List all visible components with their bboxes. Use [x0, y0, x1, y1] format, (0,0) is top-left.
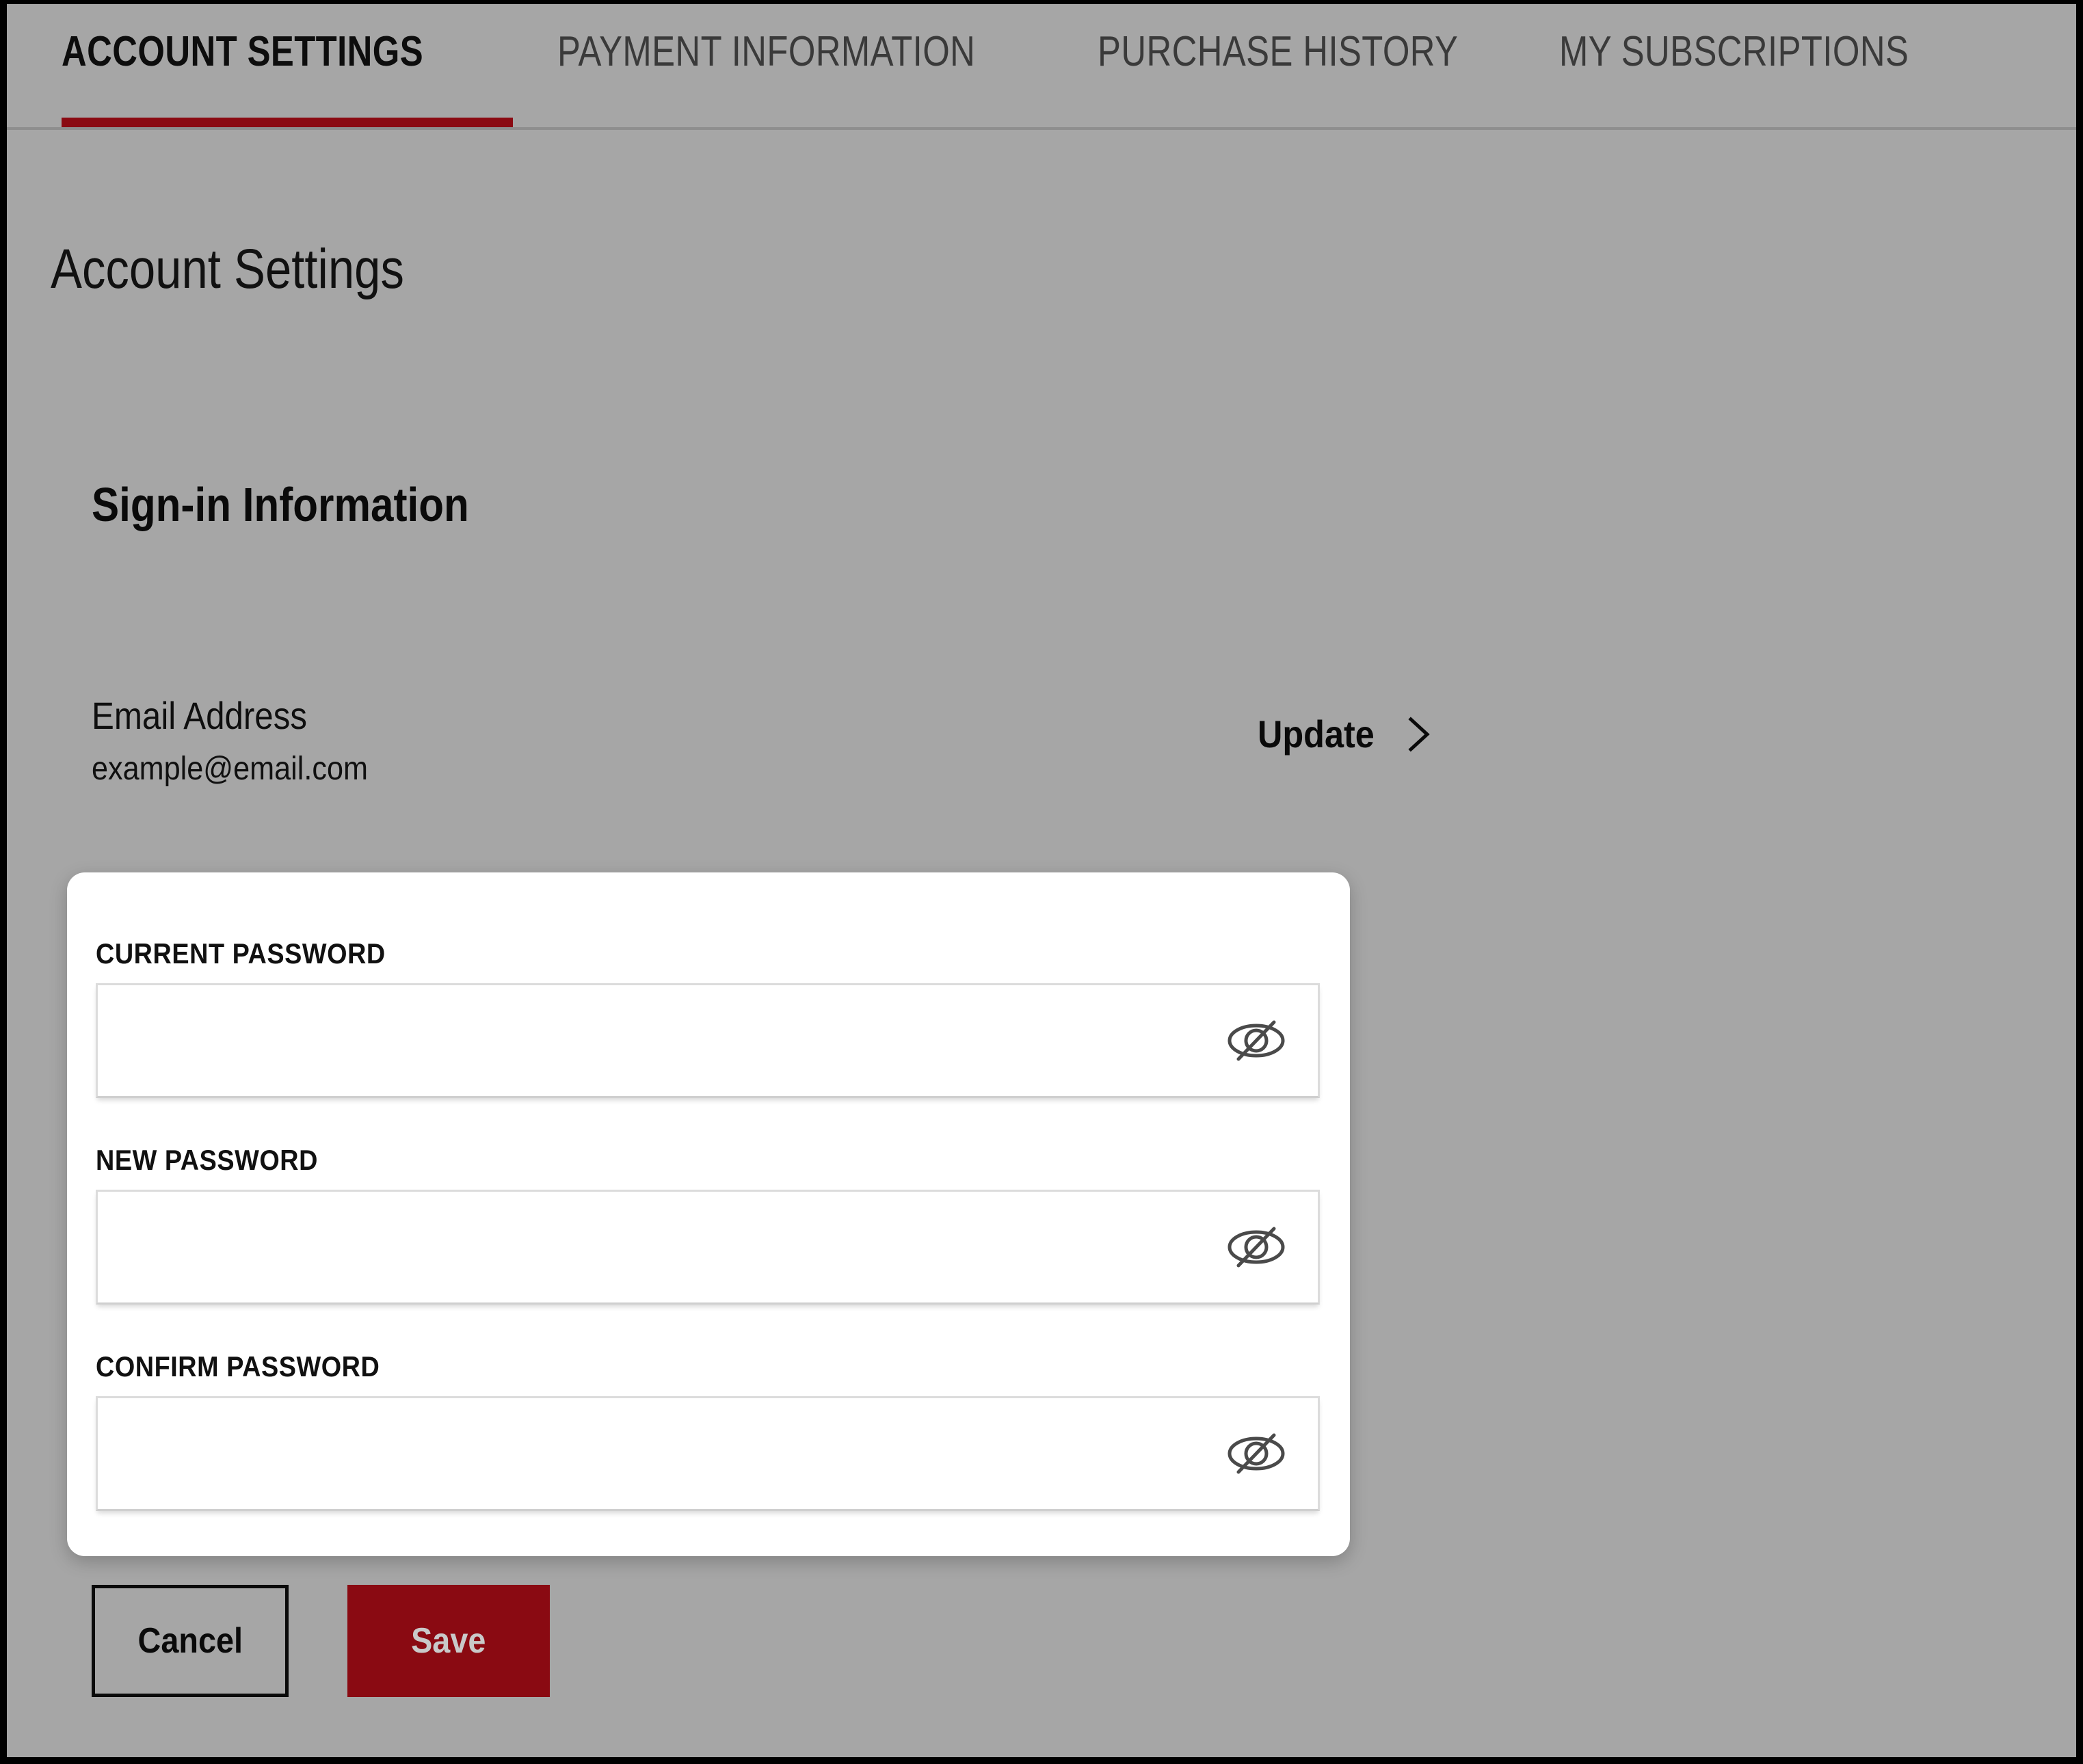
current-password-input[interactable] — [98, 985, 1318, 1096]
confirm-password-input-wrapper — [96, 1396, 1320, 1511]
password-card: CURRENT PASSWORD NEW PASSWORD CONFIRM PA… — [67, 872, 1350, 1556]
page-title: Account Settings — [51, 238, 404, 300]
current-password-visibility-toggle[interactable] — [1222, 1014, 1290, 1067]
email-address-row: Email Address example@email.com Update — [92, 693, 1480, 803]
new-password-visibility-toggle[interactable] — [1222, 1220, 1290, 1274]
field-group-current-password: CURRENT PASSWORD — [96, 937, 1320, 1098]
form-actions: Cancel Save — [92, 1585, 550, 1697]
confirm-password-label: CONFIRM PASSWORD — [96, 1350, 380, 1382]
new-password-label: NEW PASSWORD — [96, 1144, 318, 1176]
save-button-label: Save — [411, 1621, 486, 1661]
confirm-password-input[interactable] — [98, 1398, 1318, 1509]
email-address-label: Email Address — [92, 694, 307, 737]
confirm-password-visibility-toggle[interactable] — [1222, 1427, 1290, 1480]
eye-slash-icon — [1228, 1227, 1285, 1268]
section-title-sign-in-information: Sign-in Information — [92, 478, 469, 531]
main-content: Account Settings Sign-in Information Ema… — [7, 4, 2076, 1757]
eye-slash-icon — [1228, 1433, 1285, 1474]
account-settings-page: ACCOUNT SETTINGS PAYMENT INFORMATION PUR… — [0, 0, 2083, 1764]
current-password-input-wrapper — [96, 983, 1320, 1098]
new-password-input-wrapper — [96, 1190, 1320, 1305]
update-link-label: Update — [1258, 712, 1375, 756]
field-group-new-password: NEW PASSWORD — [96, 1143, 1320, 1305]
email-address-value: example@email.com — [92, 751, 368, 787]
field-group-confirm-password: CONFIRM PASSWORD — [96, 1350, 1320, 1511]
save-button[interactable]: Save — [347, 1585, 550, 1697]
new-password-input[interactable] — [98, 1192, 1318, 1302]
cancel-button-label: Cancel — [137, 1621, 243, 1661]
chevron-right-icon — [1408, 717, 1430, 752]
cancel-button[interactable]: Cancel — [92, 1585, 289, 1697]
current-password-label: CURRENT PASSWORD — [96, 937, 386, 970]
update-email-link[interactable]: Update — [1258, 711, 1434, 758]
eye-slash-icon — [1228, 1020, 1285, 1061]
